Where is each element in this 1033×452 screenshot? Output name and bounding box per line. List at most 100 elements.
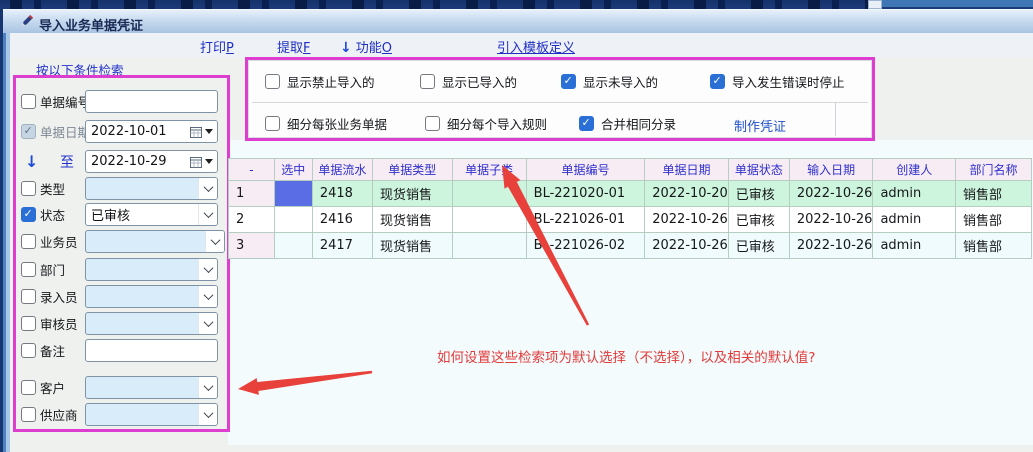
cell-doc-date[interactable]: 2022-10-20 [645, 181, 729, 207]
col-header[interactable]: - [229, 159, 275, 181]
col-header[interactable]: 单据类型 [372, 159, 452, 181]
combo-button[interactable] [198, 286, 217, 307]
checkbox-show-not-imported[interactable]: ✓ 显示未导入的 [561, 72, 658, 91]
combo-button[interactable] [198, 204, 217, 225]
remark-input[interactable] [85, 339, 218, 362]
checkbox-icon[interactable] [21, 289, 36, 304]
menu-function[interactable]: ↓功能O [340, 37, 392, 56]
field-label: 供应商 [40, 405, 78, 424]
checkbox-icon[interactable] [265, 116, 280, 131]
cell-department[interactable]: 销售部 [955, 233, 1031, 259]
checkbox-show-imported[interactable]: 显示已导入的 [420, 72, 517, 91]
checkbox-icon[interactable]: ✓ [21, 124, 36, 139]
cell-serial[interactable]: 2417 [312, 233, 372, 259]
checkbox-icon[interactable] [265, 74, 280, 89]
table-row[interactable]: 2 2416 现货销售 BL-221026-01 2022-10-26 已审核 … [229, 207, 1032, 233]
cell-creator[interactable]: admin [873, 181, 955, 207]
table-row[interactable]: 1 2418 现货销售 BL-221020-01 2022-10-20 已审核 … [229, 181, 1032, 207]
menu-import-template[interactable]: 引入模板定义 [497, 37, 575, 56]
checkbox-icon[interactable] [21, 262, 36, 277]
cell-input-date[interactable]: 2022-10-26 [789, 233, 873, 259]
col-header[interactable]: 单据编号 [526, 159, 645, 181]
combo-button[interactable] [198, 259, 217, 280]
col-header[interactable]: 单据日期 [645, 159, 729, 181]
checkbox-icon[interactable]: ✓ [579, 116, 594, 131]
checkbox-icon[interactable] [21, 316, 36, 331]
chevron-down-icon [203, 381, 213, 391]
entry-clerk-combo[interactable] [85, 285, 218, 308]
cell-doc-type[interactable]: 现货销售 [372, 207, 452, 233]
col-header[interactable]: 创建人 [873, 159, 955, 181]
checkbox-icon[interactable] [21, 94, 36, 109]
checkbox-icon[interactable] [21, 234, 36, 249]
supplier-combo[interactable] [85, 403, 218, 426]
checkbox-icon[interactable]: ✓ [561, 74, 576, 89]
cell-doc-type[interactable]: 现货销售 [372, 181, 452, 207]
checkbox-split-each-rule[interactable]: 细分每个导入规则 [425, 114, 547, 133]
cell-creator[interactable]: admin [873, 233, 955, 259]
combo-button[interactable] [198, 377, 217, 398]
status-combo[interactable]: 已审核 [85, 203, 218, 226]
select-cell[interactable] [274, 233, 312, 259]
combo-button[interactable] [198, 178, 217, 199]
salesperson-combo[interactable] [85, 230, 225, 253]
date-picker-icons[interactable] [190, 121, 217, 142]
col-header[interactable]: 单据子类 [452, 159, 526, 181]
cell-doc-status[interactable]: 已审核 [728, 207, 789, 233]
date-from-input[interactable]: 2022-10-01 [85, 120, 218, 143]
cell-input-date[interactable]: 2022-10-26 [789, 207, 873, 233]
cell-doc-date[interactable]: 2022-10-26 [645, 207, 729, 233]
checkbox-icon[interactable] [425, 116, 440, 131]
checkbox-split-each-document[interactable]: 细分每张业务单据 [265, 114, 387, 133]
combo-button[interactable] [205, 231, 224, 252]
cell-department[interactable]: 销售部 [955, 181, 1031, 207]
cell-creator[interactable]: admin [873, 207, 955, 233]
checkbox-icon[interactable] [21, 380, 36, 395]
chevron-down-icon [210, 235, 220, 245]
checkbox-icon[interactable]: ✓ [21, 207, 36, 222]
type-combo[interactable] [85, 177, 218, 200]
customer-combo[interactable] [85, 376, 218, 399]
cell-department[interactable]: 销售部 [955, 207, 1031, 233]
date-to-input[interactable]: 2022-10-29 [85, 150, 218, 173]
col-header[interactable]: 单据状态 [728, 159, 789, 181]
checkbox-stop-on-error[interactable]: ✓ 导入发生错误时停止 [710, 72, 845, 91]
cell-serial[interactable]: 2416 [312, 207, 372, 233]
chevron-down-icon [203, 182, 213, 192]
checkbox-icon[interactable]: ✓ [710, 74, 725, 89]
col-header[interactable]: 单据流水 [312, 159, 372, 181]
checkbox-icon[interactable] [420, 74, 435, 89]
cell-serial[interactable]: 2418 [312, 181, 372, 207]
cell-doc-number[interactable]: BL-221020-01 [526, 181, 645, 207]
department-combo[interactable] [85, 258, 218, 281]
checkbox-icon[interactable] [21, 407, 36, 422]
selected-cell[interactable] [274, 181, 312, 207]
cell-doc-number[interactable]: BL-221026-01 [526, 207, 645, 233]
document-number-input[interactable] [85, 90, 218, 113]
col-header[interactable]: 部门名称 [955, 159, 1031, 181]
cell-doc-number[interactable]: BL-221026-02 [526, 233, 645, 259]
checkbox-merge-same-entries[interactable]: ✓ 合并相同分录 [579, 114, 676, 133]
table-row[interactable]: 3 2417 现货销售 BL-221026-02 2022-10-26 已审核 … [229, 233, 1032, 259]
cell-doc-status[interactable]: 已审核 [728, 233, 789, 259]
cell-doc-subtype[interactable] [452, 181, 526, 207]
combo-button[interactable] [198, 313, 217, 334]
col-header[interactable]: 选中 [274, 159, 312, 181]
combo-button[interactable] [198, 404, 217, 425]
auditor-combo[interactable] [85, 312, 218, 335]
cell-doc-status[interactable]: 已审核 [728, 181, 789, 207]
checkbox-icon[interactable] [21, 343, 36, 358]
checkbox-icon[interactable] [21, 181, 36, 196]
col-header[interactable]: 输入日期 [789, 159, 873, 181]
cell-doc-subtype[interactable] [452, 207, 526, 233]
date-picker-icons[interactable] [190, 151, 217, 172]
cell-input-date[interactable]: 2022-10-26 [789, 181, 873, 207]
cell-doc-type[interactable]: 现货销售 [372, 233, 452, 259]
cell-doc-subtype[interactable] [452, 233, 526, 259]
menu-print[interactable]: 打印P [200, 37, 234, 56]
menu-extract[interactable]: 提取F [277, 37, 311, 56]
cell-doc-date[interactable]: 2022-10-26 [645, 233, 729, 259]
select-cell[interactable] [274, 207, 312, 233]
make-voucher-link[interactable]: 制作凭证 [734, 116, 786, 135]
checkbox-show-forbidden[interactable]: 显示禁止导入的 [265, 72, 375, 91]
